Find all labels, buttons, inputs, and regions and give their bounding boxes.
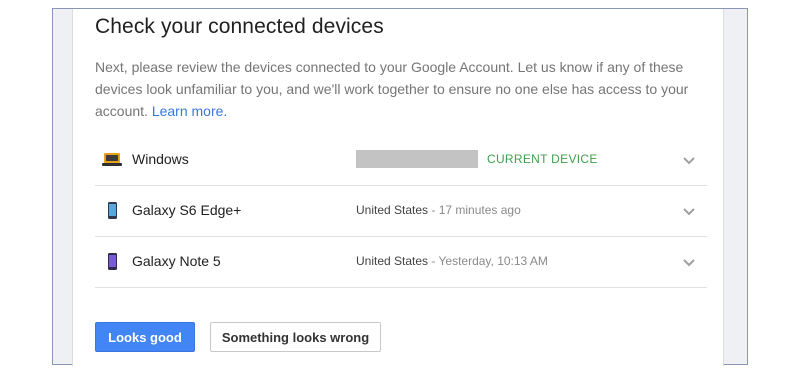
device-name: Windows (132, 151, 189, 167)
device-row-galaxy-s6[interactable]: Galaxy S6 Edge+ United States - 17 minut… (95, 186, 707, 237)
page-title: Check your connected devices (95, 15, 384, 38)
device-activity: United States - Yesterday, 10:13 AM (356, 254, 548, 268)
learn-more-link[interactable]: Learn more. (152, 103, 227, 119)
chevron-down-icon[interactable] (682, 204, 696, 218)
phone-icon (101, 202, 123, 220)
phone-icon (101, 253, 123, 271)
chevron-down-icon[interactable] (682, 255, 696, 269)
description: Next, please review the devices connecte… (95, 56, 695, 122)
device-activity: United States - 17 minutes ago (356, 203, 521, 217)
redacted-location (356, 150, 478, 168)
page-frame: Check your connected devices Next, pleas… (52, 8, 748, 366)
device-row-galaxy-note5[interactable]: Galaxy Note 5 United States - Yesterday,… (95, 237, 707, 288)
current-device-badge: CURRENT DEVICE (487, 152, 598, 166)
device-list: Windows CURRENT DEVICE Galaxy S6 Edge+ U… (95, 135, 707, 288)
device-name: Galaxy S6 Edge+ (132, 202, 242, 218)
device-last-seen: - 17 minutes ago (428, 203, 521, 217)
devices-card: Check your connected devices Next, pleas… (72, 9, 724, 366)
looks-good-button[interactable]: Looks good (95, 322, 195, 352)
laptop-icon (101, 151, 123, 169)
device-name: Galaxy Note 5 (132, 253, 221, 269)
device-location: United States (356, 203, 429, 217)
device-location: United States (356, 254, 429, 268)
device-last-seen: - Yesterday, 10:13 AM (428, 254, 548, 268)
chevron-down-icon[interactable] (682, 153, 696, 167)
device-row-windows[interactable]: Windows CURRENT DEVICE (95, 135, 707, 186)
something-looks-wrong-button[interactable]: Something looks wrong (210, 322, 381, 352)
